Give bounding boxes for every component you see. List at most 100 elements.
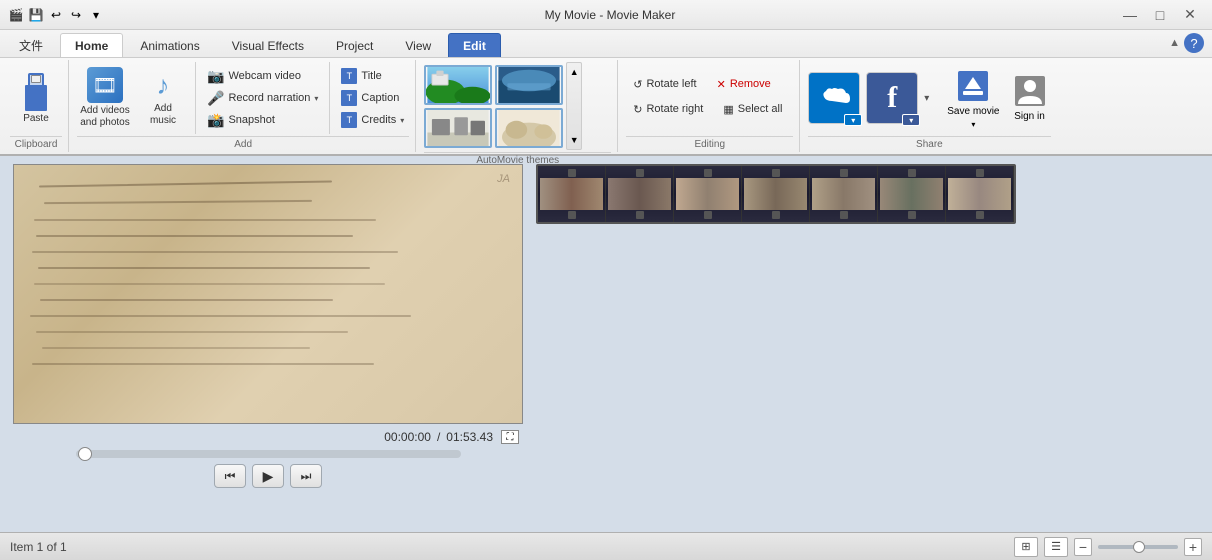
film-content-2 <box>608 178 671 210</box>
themes-strip: ▲ ▼ <box>424 62 582 150</box>
zoom-slider-thumb[interactable] <box>1133 541 1145 553</box>
onedrive-icon <box>818 87 850 109</box>
themes-row-1 <box>424 65 563 105</box>
microphone-icon: 🎤 <box>207 90 224 107</box>
film-frame-7 <box>946 166 1014 222</box>
zoom-out-button[interactable]: − <box>1074 538 1092 556</box>
main-area: JA 00:00:00 / 01:53.43 ⛶ ⏮ ▶ ⏭ <box>0 156 1212 532</box>
tab-view[interactable]: View <box>390 33 446 57</box>
help-button[interactable]: ? <box>1184 33 1204 53</box>
select-all-label: Select all <box>738 103 783 115</box>
facebook-wrapper: f ▾ <box>866 72 918 124</box>
share-more-dropdown[interactable]: ▾ <box>924 68 938 128</box>
hw-line-10 <box>36 331 348 333</box>
maximize-button[interactable]: □ <box>1146 5 1174 25</box>
credits-icon: T <box>341 112 357 128</box>
film-content-1 <box>540 178 603 210</box>
quick-access-dropdown[interactable]: ▾ <box>88 7 104 23</box>
rotate-left-icon: ↺ <box>633 78 642 91</box>
save-movie-button[interactable]: Save movie ▾ <box>944 65 1002 132</box>
record-narration-button[interactable]: 🎤 Record narration ▾ <box>202 88 323 108</box>
preview-panel: JA 00:00:00 / 01:53.43 ⛶ ⏮ ▶ ⏭ <box>8 164 528 524</box>
title-button[interactable]: T Title <box>336 66 409 86</box>
film-frame-3 <box>674 166 742 222</box>
add-videos-button[interactable]: 🎞 Add videos and photos <box>77 62 133 134</box>
minimize-button[interactable]: — <box>1116 5 1144 25</box>
progress-thumb[interactable] <box>78 447 92 461</box>
rewind-button[interactable]: ⏮ <box>214 464 246 488</box>
tab-animations[interactable]: Animations <box>125 33 214 57</box>
ribbon: Paste Clipboard 🎞 Add videos and photos … <box>0 58 1212 156</box>
hw-line-8 <box>40 299 333 301</box>
add-music-button[interactable]: ♪ Add music <box>137 64 189 132</box>
storyboard-view-button[interactable]: ☰ <box>1044 537 1068 557</box>
film-frame-4 <box>742 166 810 222</box>
share-more-arrow-icon: ▾ <box>924 93 938 104</box>
theme-thumb-1[interactable] <box>424 65 492 105</box>
paste-button[interactable]: Paste <box>10 64 62 132</box>
time-separator: / <box>437 430 440 444</box>
save-movie-icon <box>955 68 991 104</box>
ribbon-right-controls: ▲ ? <box>1169 33 1212 57</box>
onedrive-dropdown-arrow[interactable]: ▾ <box>844 114 862 126</box>
add-small-group: 📷 Webcam video 🎤 Record narration ▾ 📸 Sn… <box>202 66 323 130</box>
remove-button[interactable]: ✕ Remove <box>710 75 778 94</box>
tab-edit[interactable]: Edit <box>448 33 501 57</box>
rotate-left-button[interactable]: ↺ Rotate left <box>626 75 703 94</box>
rotate-right-button[interactable]: ↻ Rotate right <box>626 100 710 119</box>
themes-content: ▲ ▼ <box>424 62 611 150</box>
share-content: ▾ f ▾ ▾ <box>808 62 1050 134</box>
zoom-in-button[interactable]: + <box>1184 538 1202 556</box>
title-label: Title <box>361 70 381 82</box>
film-content-5 <box>812 178 875 210</box>
save-movie-dropdown-icon[interactable]: ▾ <box>971 120 975 129</box>
theme-thumb-3[interactable] <box>424 108 492 148</box>
progress-bar[interactable] <box>76 450 461 458</box>
credits-dropdown-icon[interactable]: ▾ <box>400 116 404 125</box>
fullscreen-button[interactable]: ⛶ <box>501 430 519 444</box>
film-perf-1-top <box>568 169 576 177</box>
video-preview: JA <box>13 164 523 424</box>
sign-in-button[interactable]: Sign in <box>1009 70 1051 126</box>
timeline-view-button[interactable]: ⊞ <box>1014 537 1038 557</box>
select-all-button[interactable]: ▦ Select all <box>716 100 789 119</box>
filmstrip-inner <box>538 166 1014 222</box>
themes-rows <box>424 65 563 148</box>
film-perf-2-top <box>636 169 644 177</box>
forward-button[interactable]: ⏭ <box>290 464 322 488</box>
credits-button[interactable]: T Credits ▾ <box>336 110 409 130</box>
tab-project[interactable]: Project <box>321 33 388 57</box>
add-content: 🎞 Add videos and photos ♪ Add music 📷 We… <box>77 62 409 134</box>
snapshot-button[interactable]: 📸 Snapshot <box>202 110 323 130</box>
close-button[interactable]: ✕ <box>1176 5 1204 25</box>
play-button[interactable]: ▶ <box>252 464 284 488</box>
film-perf-5-bottom <box>840 211 848 219</box>
quick-access-toolbar: 🎬 💾 ↩ ↪ ▾ <box>8 7 104 23</box>
title-icon: T <box>341 68 357 84</box>
record-narration-dropdown-icon[interactable]: ▾ <box>314 94 318 103</box>
caption-button[interactable]: T Caption <box>336 88 409 108</box>
film-perf-3-bottom <box>704 211 712 219</box>
redo-icon[interactable]: ↪ <box>68 7 84 23</box>
zoom-slider[interactable] <box>1098 545 1178 549</box>
save-icon[interactable]: 💾 <box>28 7 44 23</box>
theme-thumb-2[interactable] <box>495 65 563 105</box>
handwriting-overlay <box>24 175 512 413</box>
webcam-button[interactable]: 📷 Webcam video <box>202 66 323 86</box>
facebook-btn-container: f ▾ <box>866 72 918 124</box>
tab-file[interactable]: 文件 <box>4 33 58 57</box>
undo-icon[interactable]: ↩ <box>48 7 64 23</box>
snapshot-icon: 📸 <box>207 112 224 129</box>
tab-home[interactable]: Home <box>60 33 123 57</box>
theme-scroll-button[interactable]: ▲ ▼ <box>566 62 582 150</box>
facebook-dropdown-arrow[interactable]: ▾ <box>902 114 920 126</box>
theme-thumb-4[interactable] <box>495 108 563 148</box>
select-all-icon: ▦ <box>723 103 733 116</box>
ribbon-collapse-icon[interactable]: ▲ <box>1169 37 1180 49</box>
ribbon-group-clipboard: Paste Clipboard <box>4 60 69 152</box>
film-frame-2 <box>606 166 674 222</box>
tab-visual-effects[interactable]: Visual Effects <box>217 33 319 57</box>
editing-row-1: ↺ Rotate left ✕ Remove <box>626 75 778 94</box>
webcam-icon: 📷 <box>207 68 224 85</box>
rotate-left-label: Rotate left <box>646 78 696 90</box>
